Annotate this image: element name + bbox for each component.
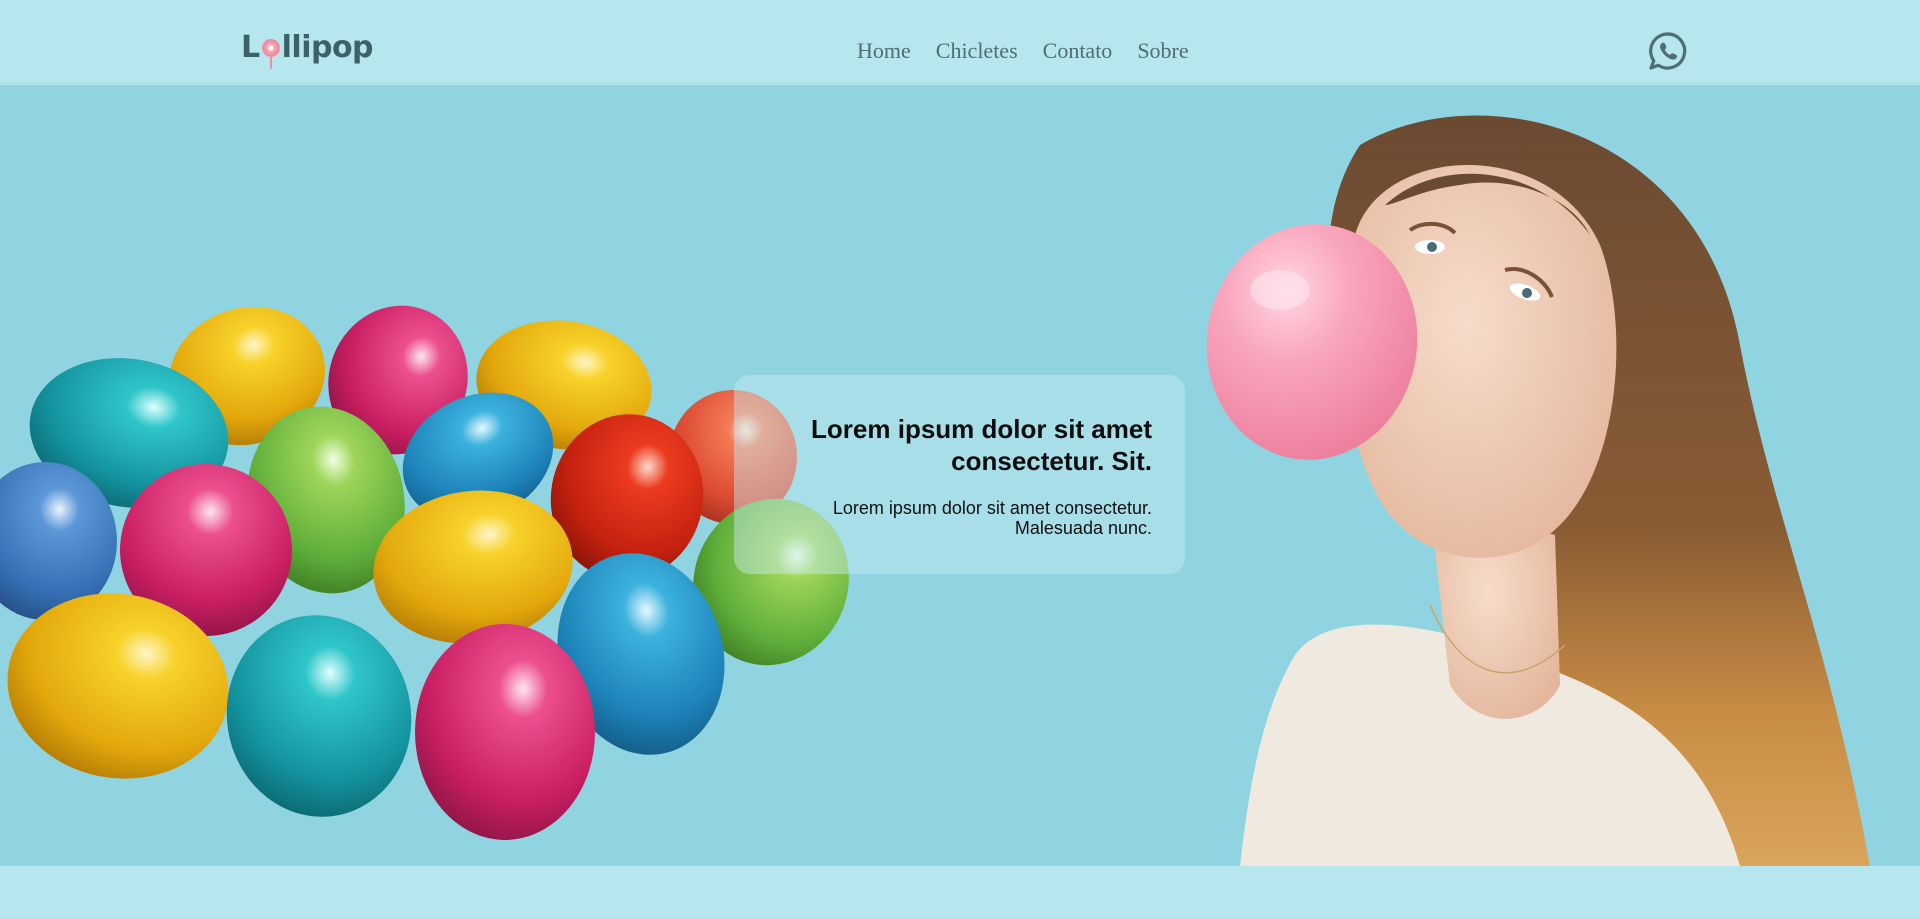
top-navbar: L llipop Home Chicletes Contato Sobre [0, 0, 1920, 84]
nav-contato-link[interactable]: Contato [1043, 38, 1113, 64]
lollipop-icon [261, 30, 281, 70]
woman-bubble-gum-image [1206, 115, 1870, 866]
hero-description: Lorem ipsum dolor sit amet consectetur. … [832, 498, 1152, 538]
nav-chicletes-link[interactable]: Chicletes [936, 38, 1018, 64]
brand-logo[interactable]: L llipop [241, 30, 374, 72]
nav-sobre-link[interactable]: Sobre [1137, 38, 1188, 64]
nav-home-link[interactable]: Home [857, 38, 911, 64]
hero-title: Lorem ipsum dolor sit amet consectetur. … [811, 414, 1152, 476]
hero-text-card: Lorem ipsum dolor sit amet consectetur. … [734, 375, 1185, 574]
hero-banner: Lorem ipsum dolor sit amet consectetur. … [0, 85, 1920, 866]
logo-text-prefix: L [241, 30, 260, 65]
logo-text-suffix: llipop [281, 30, 374, 65]
easter-eggs-image [0, 305, 849, 840]
whatsapp-icon[interactable] [1647, 30, 1689, 72]
main-nav: Home Chicletes Contato Sobre [857, 38, 1189, 64]
footer-strip [0, 866, 1920, 919]
